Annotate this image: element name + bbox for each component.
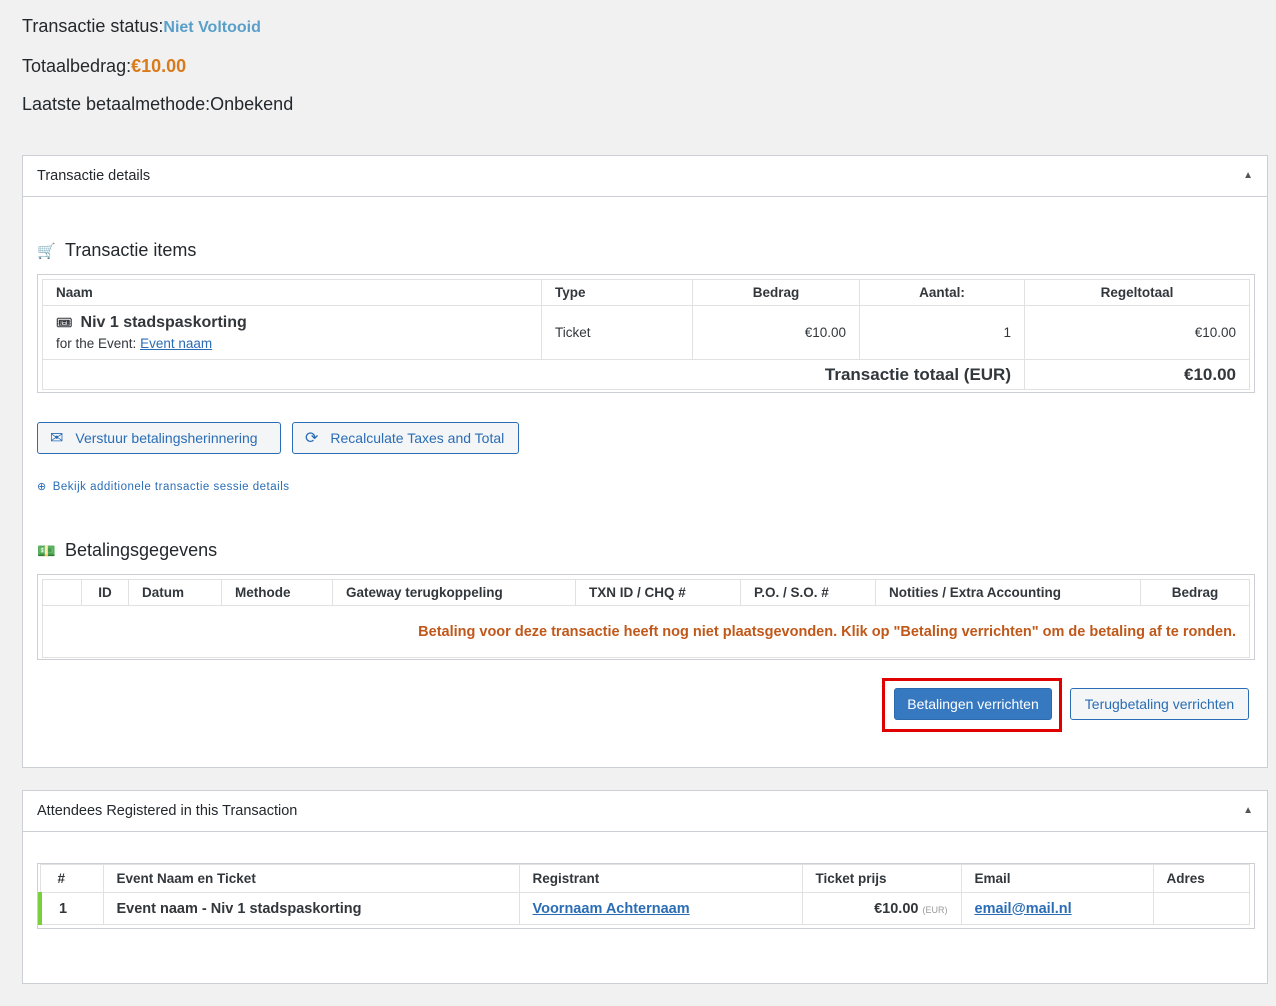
- items-table: Naam Type Bedrag Aantal: Regeltotaal 🎟 Ni…: [42, 279, 1250, 390]
- transaction-details-header[interactable]: Transactie details ▲: [23, 156, 1267, 197]
- col-qty: Aantal:: [859, 279, 1025, 306]
- plus-circle-icon: ⊕: [37, 481, 47, 493]
- item-amount: €10.00: [692, 305, 860, 360]
- collapse-toggle-icon[interactable]: ▲: [1243, 805, 1253, 816]
- event-prefix: for the Event:: [56, 336, 137, 351]
- col-id: ID: [81, 579, 129, 606]
- email-link[interactable]: email@mail.nl: [975, 901, 1072, 917]
- method-value: Onbekend: [210, 94, 294, 114]
- highlight-box: [882, 678, 1062, 732]
- attendee-address: [1152, 892, 1250, 925]
- col-event-ticket: Event Naam en Ticket: [102, 864, 520, 893]
- attendees-table: # Event Naam en Ticket Registrant Ticket…: [38, 864, 1250, 925]
- attendee-num: 1: [38, 892, 104, 925]
- money-icon: 💵: [37, 543, 56, 560]
- attendees-title: Attendees Registered in this Transaction: [37, 803, 298, 819]
- event-link[interactable]: Event naam: [140, 336, 212, 351]
- attendees-box: Attendees Registered in this Transaction…: [22, 790, 1268, 984]
- col-ticket-price: Ticket prijs: [801, 864, 962, 893]
- item-row: 🎟 Niv 1 stadspaskorting for the Event: Ev…: [42, 305, 1250, 360]
- payments-title-text: Betalingsgegevens: [65, 540, 218, 560]
- ticket-price: €10.00: [874, 900, 919, 917]
- items-section-title: 🛒 Transactie items: [37, 240, 196, 261]
- attendees-header[interactable]: Attendees Registered in this Transaction…: [23, 791, 1267, 832]
- item-type: Ticket: [541, 305, 693, 360]
- col-type: Type: [541, 279, 693, 306]
- col-address: Adres: [1152, 864, 1250, 893]
- col-line-total: Regeltotaal: [1024, 279, 1250, 306]
- ticket-icon: 🎟: [56, 315, 73, 330]
- total-amount: Totaalbedrag:€10.00: [22, 56, 186, 77]
- recalculate-button[interactable]: ⟳ Recalculate Taxes and Total: [292, 422, 519, 454]
- envelope-icon: ✉: [50, 430, 64, 447]
- last-payment-method: Laatste betaalmethode:Onbekend: [22, 94, 293, 115]
- send-reminder-button[interactable]: ✉ Verstuur betalingsherinnering: [37, 422, 281, 454]
- col-notes: Notities / Extra Accounting: [875, 579, 1141, 606]
- total-value: €10.00: [131, 56, 187, 76]
- attendee-row: 1 Event naam - Niv 1 stadspaskorting Voo…: [38, 892, 1250, 925]
- method-label: Laatste betaalmethode:: [22, 94, 211, 114]
- items-title-text: Transactie items: [65, 240, 197, 260]
- total-label: Totaalbedrag:: [22, 56, 132, 76]
- col-date: Datum: [128, 579, 222, 606]
- payments-table: ID Datum Methode Gateway terugkoppeling …: [42, 579, 1250, 658]
- cart-icon: 🛒: [37, 243, 56, 260]
- transaction-status: Transactie status:Niet Voltooid: [22, 16, 261, 37]
- transaction-total-value: €10.00: [1024, 359, 1250, 390]
- item-name: Niv 1 stadspaskorting: [80, 314, 247, 331]
- col-registrant: Registrant: [518, 864, 803, 893]
- transaction-details-title: Transactie details: [37, 168, 151, 184]
- transaction-details-box: Transactie details ▲ 🛒 Transactie items N…: [22, 155, 1268, 768]
- session-details-label: Bekijk additionele transactie sessie det…: [52, 481, 290, 493]
- col-name: Naam: [42, 279, 542, 306]
- send-reminder-label: Verstuur betalingsherinnering: [75, 430, 258, 446]
- session-details-link[interactable]: ⊕ Bekijk additionele transactie sessie de…: [37, 480, 290, 493]
- item-line-total: €10.00: [1024, 305, 1250, 360]
- total-row: Transactie totaal (EUR) €10.00: [42, 359, 1250, 390]
- col-email: Email: [960, 864, 1154, 893]
- no-payment-message: Betaling voor deze transactie heeft nog …: [42, 605, 1250, 658]
- refund-button[interactable]: Terugbetaling verrichten: [1070, 688, 1249, 720]
- attendee-event-ticket: Event naam - Niv 1 stadspaskorting: [102, 892, 520, 925]
- status-value: Niet Voltooid: [163, 19, 261, 36]
- registrant-link[interactable]: Voornaam Achternaam: [533, 901, 690, 917]
- col-po-so: P.O. / S.O. #: [740, 579, 876, 606]
- item-qty: 1: [859, 305, 1025, 360]
- col-txn-id: TXN ID / CHQ #: [575, 579, 741, 606]
- ticket-price-cell: €10.00 (EUR): [801, 892, 962, 925]
- col-num: #: [39, 864, 104, 893]
- status-label: Transactie status:: [22, 16, 164, 36]
- col-payment-amount: Bedrag: [1140, 579, 1250, 606]
- col-gateway: Gateway terugkoppeling: [332, 579, 576, 606]
- attendees-table-wrapper: # Event Naam en Ticket Registrant Ticket…: [37, 863, 1255, 929]
- recalculate-label: Recalculate Taxes and Total: [330, 430, 505, 446]
- collapse-toggle-icon[interactable]: ▲: [1243, 170, 1253, 181]
- transaction-total-label: Transactie totaal (EUR): [42, 359, 1025, 390]
- refresh-icon: ⟳: [305, 430, 319, 447]
- items-table-wrapper: Naam Type Bedrag Aantal: Regeltotaal 🎟 Ni…: [37, 274, 1255, 393]
- payments-section-title: 💵 Betalingsgegevens: [37, 540, 217, 561]
- payments-table-wrapper: ID Datum Methode Gateway terugkoppeling …: [37, 574, 1255, 660]
- ticket-currency: (EUR): [922, 904, 948, 915]
- refund-label: Terugbetaling verrichten: [1084, 696, 1235, 712]
- col-amount: Bedrag: [692, 279, 860, 306]
- col-method: Methode: [221, 579, 333, 606]
- col-select: [42, 579, 82, 606]
- item-name-cell: 🎟 Niv 1 stadspaskorting for the Event: Ev…: [42, 305, 542, 360]
